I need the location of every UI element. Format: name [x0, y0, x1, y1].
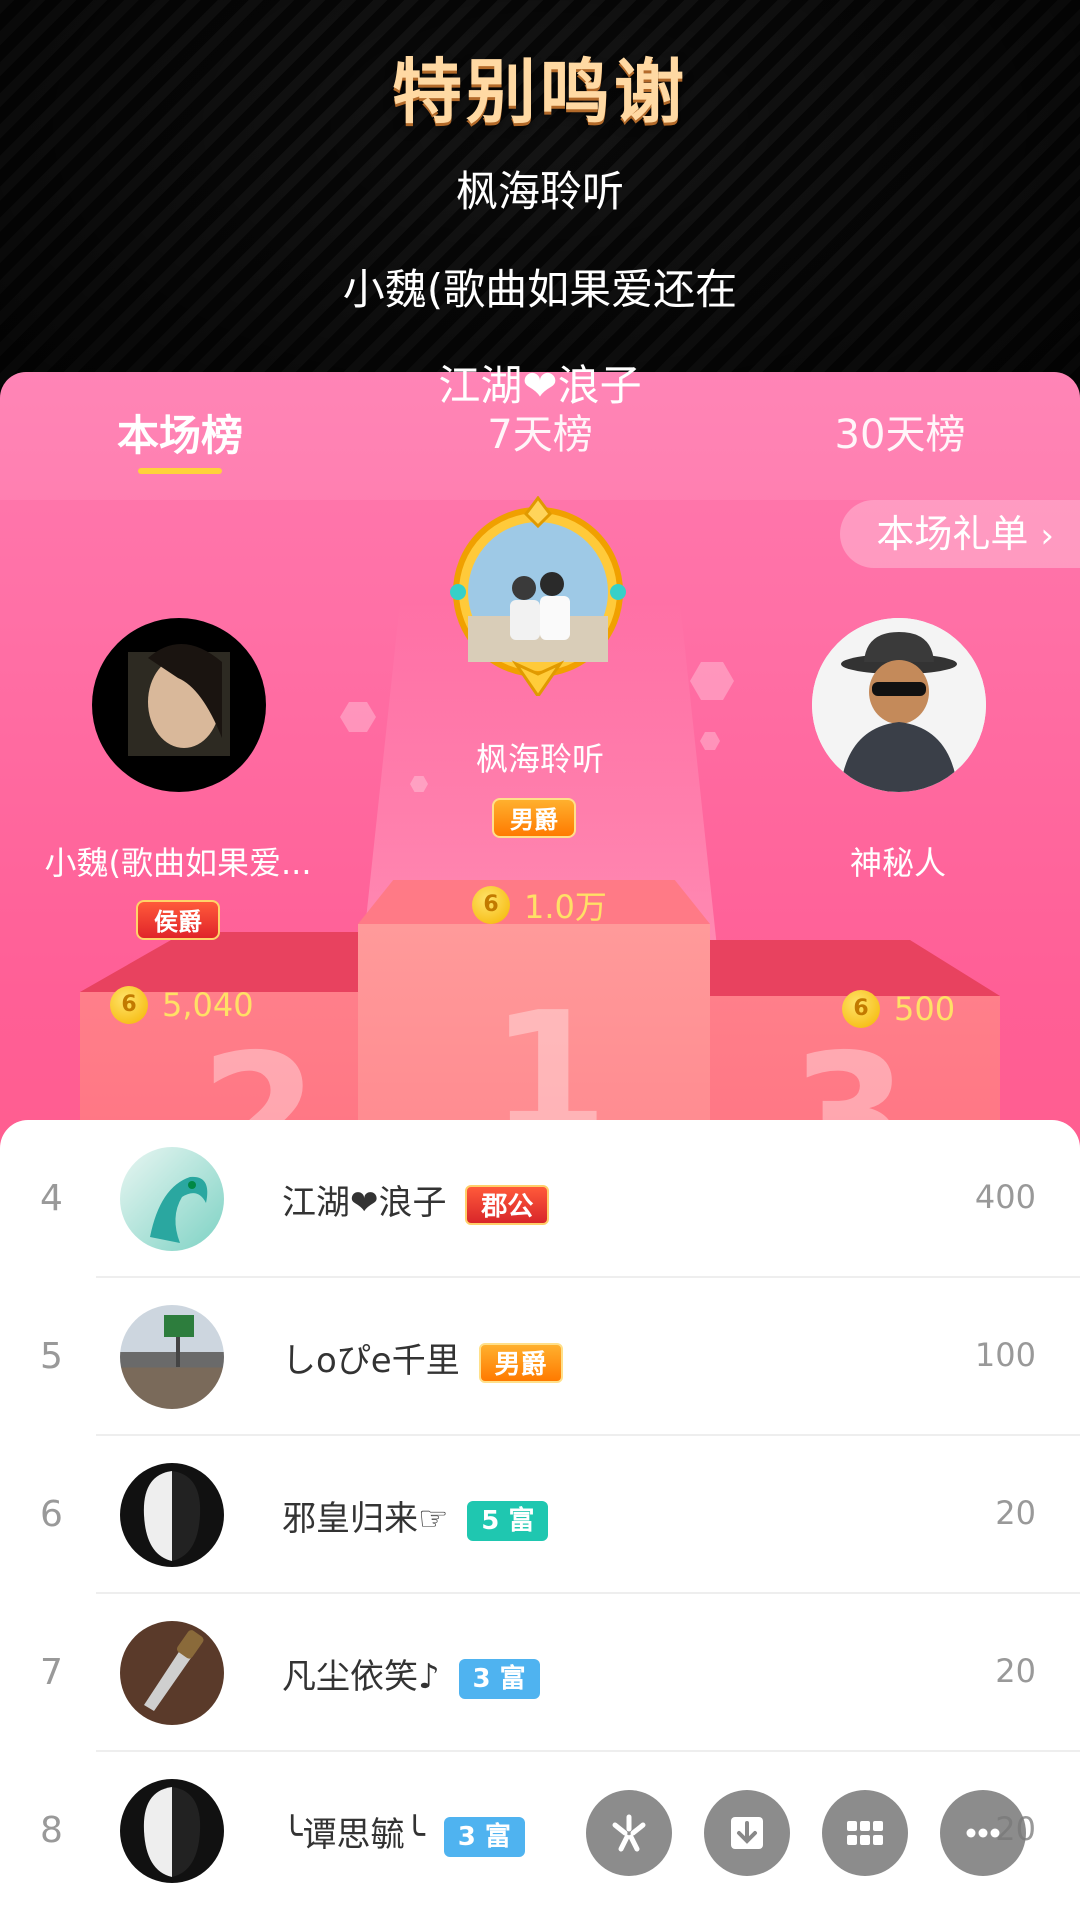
- rank-number: 5: [40, 1336, 63, 1377]
- mask-avatar-image: [143, 1471, 201, 1561]
- score: 20: [995, 1494, 1036, 1532]
- dragon-avatar-image: [150, 1176, 208, 1243]
- coin-icon: 6: [842, 990, 880, 1028]
- coin-icon: 6: [110, 986, 148, 1024]
- podium-3-top: [700, 940, 1000, 996]
- list-item[interactable]: 6 邪皇归来☞ 5 富 20: [0, 1436, 1080, 1594]
- second-place-coins: 6 5,040: [110, 986, 254, 1024]
- hex-decoration: [340, 702, 376, 732]
- noble-badge: 郡公: [465, 1184, 550, 1225]
- avatar: [120, 1305, 224, 1409]
- second-place-name: 小魏(歌曲如果爱...: [44, 844, 312, 882]
- wealth-level-badge: 3 富: [458, 1658, 540, 1699]
- coin-amount: 5,040: [162, 986, 254, 1024]
- wealth-level-badge: 3 富: [443, 1816, 525, 1857]
- more-button[interactable]: [940, 1790, 1026, 1876]
- rank-number: 8: [40, 1810, 63, 1851]
- credits-banner: 特别鸣谢 枫海聆听 小魏(歌曲如果爱还在 江湖❤浪子: [0, 0, 1080, 420]
- noble-badge: 男爵: [478, 1342, 563, 1383]
- user-name-text: 邪皇归来☞: [282, 1499, 449, 1539]
- user-name: しoぴe千里 男爵: [282, 1333, 563, 1383]
- noble-badge: 侯爵: [136, 900, 220, 940]
- mystery-person-icon: [812, 618, 986, 792]
- list-item[interactable]: 5 しoぴe千里 男爵 100: [0, 1278, 1080, 1436]
- rank-number: 4: [40, 1178, 63, 1219]
- credit-line: 枫海聆听: [455, 167, 624, 216]
- ranking-list: 4 江湖❤浪子 郡公 400 5 しoぴe千里 男爵 100 6 邪皇归来☞ 5…: [0, 1120, 1080, 1920]
- credits-title: 特别鸣谢: [392, 51, 688, 133]
- user-name-text: 江湖❤浪子: [282, 1183, 447, 1223]
- list-item[interactable]: 7 凡尘依笑♪ 3 富 20: [0, 1594, 1080, 1752]
- grid-menu-button[interactable]: [822, 1790, 908, 1876]
- avatar: [92, 618, 266, 792]
- more-icon: [966, 1828, 1000, 1838]
- list-item[interactable]: 8 ╰谭思毓╰ 3 富 20: [0, 1752, 1080, 1910]
- credit-line: 小魏(歌曲如果爱还在: [342, 265, 738, 314]
- third-place-name: 神秘人: [849, 844, 947, 882]
- first-place-coins: 6 1.0万: [472, 882, 607, 928]
- grid-icon: [847, 1821, 883, 1845]
- user-name-text: ╰谭思毓╰: [282, 1815, 425, 1855]
- user-name: 凡尘依笑♪ 3 富: [282, 1649, 540, 1699]
- score: 20: [995, 1652, 1036, 1690]
- chevron-right-icon: ›: [1040, 516, 1054, 556]
- podium-2-top: [80, 932, 380, 992]
- knife-avatar-image: [144, 1630, 204, 1711]
- active-tab-indicator: [138, 468, 222, 474]
- hex-decoration: [700, 732, 720, 750]
- spark-icon: [612, 1814, 646, 1852]
- user-name: 邪皇归来☞ 5 富: [282, 1491, 549, 1541]
- first-place-name: 枫海聆听: [475, 740, 605, 778]
- crown-frame-icon: [450, 496, 626, 696]
- user-name: ╰谭思毓╰ 3 富: [282, 1807, 525, 1857]
- avatar: [812, 618, 986, 792]
- mask-avatar-image: [143, 1787, 201, 1877]
- coin-amount: 500: [894, 990, 956, 1028]
- avatar: [120, 1621, 224, 1725]
- road-avatar-image: [164, 1315, 194, 1367]
- user-name: 江湖❤浪子 郡公: [282, 1175, 550, 1225]
- rank-number: 7: [40, 1652, 63, 1693]
- download-button[interactable]: [704, 1790, 790, 1876]
- wealth-level-badge: 5 富: [467, 1500, 549, 1541]
- coin-icon: 6: [472, 886, 510, 924]
- noble-badge: 男爵: [492, 798, 576, 838]
- list-item[interactable]: 4 江湖❤浪子 郡公 400: [0, 1120, 1080, 1278]
- share-button[interactable]: [586, 1790, 672, 1876]
- score: 400: [974, 1178, 1036, 1216]
- third-place-coins: 6 500: [842, 990, 955, 1028]
- avatar: [120, 1779, 224, 1883]
- download-icon: [731, 1817, 763, 1849]
- coin-amount: 1.0万: [524, 888, 607, 926]
- user-name-text: 凡尘依笑♪: [282, 1657, 440, 1697]
- score: 100: [974, 1336, 1036, 1374]
- avatar: [120, 1147, 224, 1251]
- credit-line: 江湖❤浪子: [438, 361, 642, 410]
- rank-number: 6: [40, 1494, 63, 1535]
- hex-decoration: [690, 662, 734, 700]
- gift-list-link[interactable]: 本场礼单 ›: [840, 500, 1080, 568]
- avatar-image: [128, 643, 230, 756]
- avatar: [120, 1463, 224, 1567]
- user-name-text: しoぴe千里: [282, 1341, 460, 1381]
- gift-list-label: 本场礼单: [876, 512, 1029, 556]
